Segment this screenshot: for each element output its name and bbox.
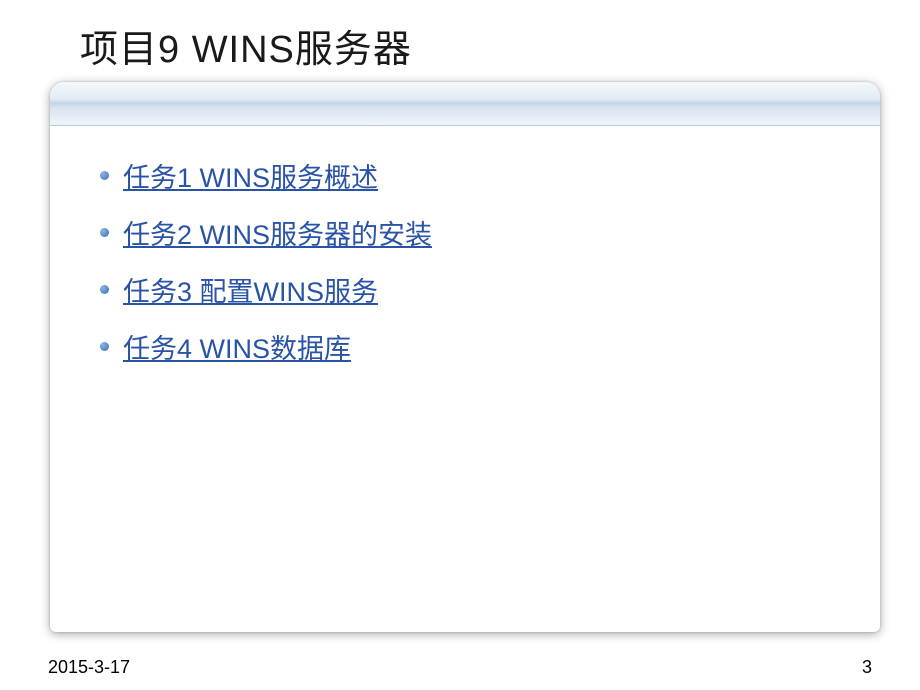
task-link-1[interactable]: 任务1 WINS服务概述 — [123, 156, 378, 195]
task-item: 任务3 配置WINS服务 — [100, 270, 850, 309]
task-list: 任务1 WINS服务概述 任务2 WINS服务器的安装 任务3 配置WINS服务… — [100, 156, 850, 366]
panel-header-bar — [50, 82, 880, 126]
content-panel: 任务1 WINS服务概述 任务2 WINS服务器的安装 任务3 配置WINS服务… — [50, 82, 880, 632]
task-item: 任务4 WINS数据库 — [100, 327, 850, 366]
bullet-icon — [100, 228, 109, 237]
bullet-icon — [100, 285, 109, 294]
panel-body: 任务1 WINS服务概述 任务2 WINS服务器的安装 任务3 配置WINS服务… — [50, 126, 880, 404]
task-link-4[interactable]: 任务4 WINS数据库 — [123, 327, 351, 366]
footer-page-number: 3 — [862, 657, 872, 678]
task-item: 任务2 WINS服务器的安装 — [100, 213, 850, 252]
task-item: 任务1 WINS服务概述 — [100, 156, 850, 195]
footer-date: 2015-3-17 — [48, 657, 130, 678]
bullet-icon — [100, 171, 109, 180]
bullet-icon — [100, 342, 109, 351]
task-link-2[interactable]: 任务2 WINS服务器的安装 — [123, 213, 432, 252]
slide-title: 项目9 WINS服务器 — [0, 0, 920, 73]
task-link-3[interactable]: 任务3 配置WINS服务 — [123, 270, 378, 309]
